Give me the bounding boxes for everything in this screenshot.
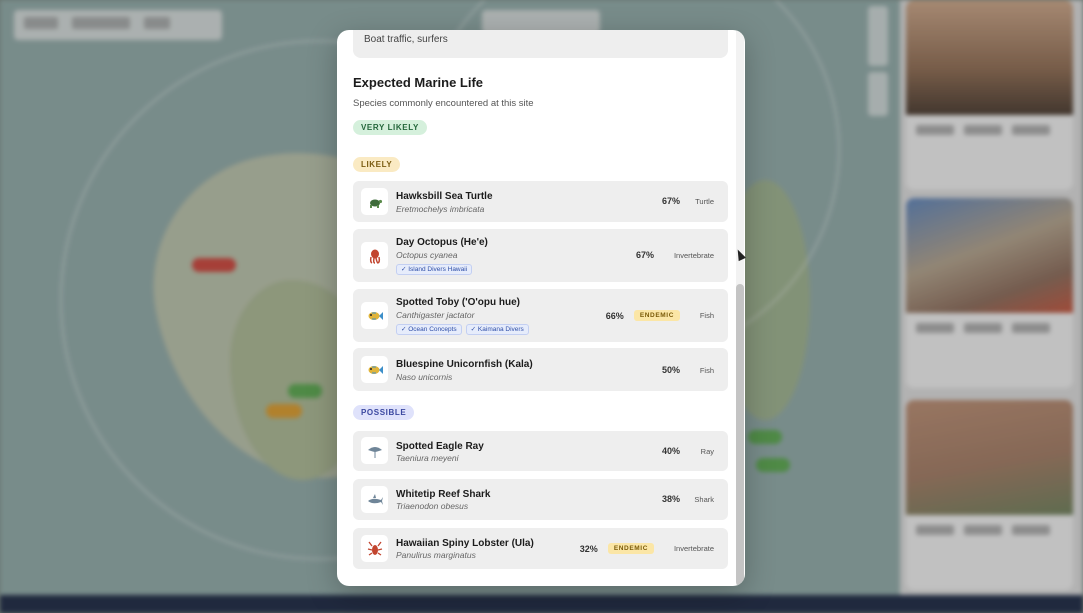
dive-shop-verified-tag[interactable]: ✓ Island Divers Hawaii xyxy=(396,264,473,275)
octopus-icon xyxy=(361,242,388,269)
dive-site-detail-modal: Boat traffic, surfers Expected Marine Li… xyxy=(337,30,745,586)
section-title: Expected Marine Life xyxy=(353,75,484,90)
species-category: Invertebrate xyxy=(673,250,714,260)
species-name: Day Octopus (He'e) xyxy=(396,237,488,248)
very-likely-badge: VERY LIKELY xyxy=(353,120,427,135)
species-row[interactable]: Hawaiian Spiny Lobster (Ula) Panulirus m… xyxy=(353,528,728,569)
species-row[interactable]: Spotted Toby ('O'opu hue) Canthigaster j… xyxy=(353,289,728,342)
species-row[interactable]: Day Octopus (He'e) Octopus cyanea ✓ Isla… xyxy=(353,229,728,282)
species-name: Hawaiian Spiny Lobster (Ula) xyxy=(396,538,534,549)
species-scientific-name: Naso unicornis xyxy=(396,372,453,382)
ray-icon xyxy=(361,437,388,464)
fish-icon xyxy=(361,356,388,383)
encounter-percent: 50% xyxy=(661,365,680,375)
likely-badge: LIKELY xyxy=(353,157,401,172)
species-category: Shark xyxy=(694,494,714,504)
species-row[interactable]: Whitetip Reef Shark Triaenodon obesus 38… xyxy=(353,479,728,520)
encounter-percent: 40% xyxy=(661,446,680,456)
species-name: Hawksbill Sea Turtle xyxy=(396,191,493,202)
encounter-percent: 66% xyxy=(605,310,624,321)
endemic-badge: ENDEMIC xyxy=(633,310,680,321)
section-subtitle: Species commonly encountered at this sit… xyxy=(353,98,534,109)
species-scientific-name: Panulirus marginatus xyxy=(396,550,476,560)
species-row[interactable]: Spotted Eagle Ray Taeniura meyeni 40% Ra… xyxy=(353,431,728,471)
endemic-badge: ENDEMIC xyxy=(607,543,654,554)
species-category: Ray xyxy=(700,446,714,456)
species-category: Fish xyxy=(699,365,714,375)
species-name: Bluespine Unicornfish (Kala) xyxy=(396,359,533,370)
species-scientific-name: Triaenodon obesus xyxy=(396,501,469,511)
modal-scrollbar-thumb[interactable] xyxy=(736,284,744,586)
species-name: Spotted Toby ('O'opu hue) xyxy=(396,297,520,308)
encounter-percent: 67% xyxy=(635,250,654,260)
species-name: Whitetip Reef Shark xyxy=(396,489,491,500)
species-category: Invertebrate xyxy=(673,544,714,553)
encounter-percent: 67% xyxy=(661,196,680,206)
species-row[interactable]: Bluespine Unicornfish (Kala) Naso unicor… xyxy=(353,348,728,391)
species-name: Spotted Eagle Ray xyxy=(396,441,484,452)
encounter-percent: 32% xyxy=(579,543,598,554)
hazards-box: Boat traffic, surfers xyxy=(353,30,728,58)
possible-badge: POSSIBLE xyxy=(353,405,415,420)
species-scientific-name: Eretmochelys imbricata xyxy=(396,204,485,214)
species-category: Fish xyxy=(699,311,714,320)
species-scientific-name: Taeniura meyeni xyxy=(396,453,459,463)
species-scientific-name: Octopus cyanea xyxy=(396,250,458,260)
hazards-text: Boat traffic, surfers xyxy=(364,34,448,45)
dive-shop-verified-tag[interactable]: ✓ Kaimana Divers xyxy=(465,324,529,335)
lobster-icon xyxy=(361,535,388,562)
encounter-percent: 38% xyxy=(661,494,680,504)
fish-icon xyxy=(361,302,388,329)
turtle-icon xyxy=(361,188,388,215)
species-category: Turtle xyxy=(695,196,714,206)
species-scientific-name: Canthigaster jactator xyxy=(396,310,475,320)
dive-shop-verified-tag[interactable]: ✓ Ocean Concepts xyxy=(396,324,462,335)
species-row[interactable]: Hawksbill Sea Turtle Eretmochelys imbric… xyxy=(353,181,728,222)
shark-icon xyxy=(361,486,388,513)
